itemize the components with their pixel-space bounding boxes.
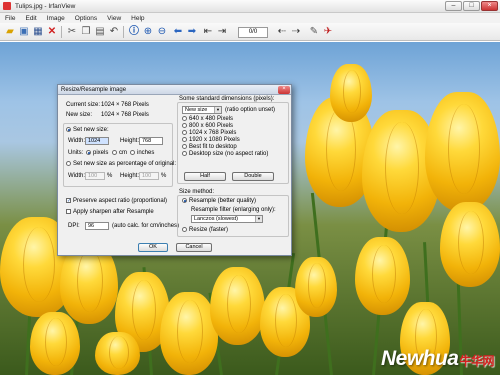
width-label: Width: [68, 138, 86, 144]
menu-edit[interactable]: Edit [20, 15, 41, 22]
pct-height-unit: % [161, 173, 167, 179]
ok-button[interactable]: OK [138, 243, 168, 252]
std-option-desktop[interactable]: Desktop size (no aspect ratio) [182, 151, 268, 158]
tulip-flower [95, 332, 140, 375]
std-option-1024[interactable]: 1024 x 768 Pixels [182, 130, 268, 137]
std-option-800[interactable]: 800 x 600 Pixels [182, 123, 268, 130]
pct-width-label: Width: [68, 173, 86, 179]
menu-help[interactable]: Help [126, 15, 149, 22]
info-icon[interactable]: ⓘ [128, 26, 140, 38]
undo-icon[interactable]: ↶ [108, 26, 120, 38]
units-label: Units: [68, 150, 84, 156]
std-dims-select[interactable]: New size ▼ [182, 106, 222, 114]
prev-icon[interactable]: ⬅ [172, 26, 184, 38]
pct-width-unit: % [107, 173, 113, 179]
prev-page-icon[interactable]: ⇠ [276, 26, 288, 38]
pct-width-input[interactable]: 100 [85, 172, 105, 180]
dialog-close-button[interactable]: × [278, 86, 290, 94]
menu-bar: File Edit Image Options View Help [0, 13, 500, 23]
height-label: Height: [120, 138, 140, 144]
set-percentage-radio[interactable]: Set new size as percentage of original: [66, 161, 176, 167]
next-icon[interactable]: ➡ [186, 26, 198, 38]
std-option-640[interactable]: 640 x 480 Pixels [182, 116, 268, 123]
first-page-icon[interactable]: ⇤ [202, 26, 214, 38]
pct-height-input[interactable]: 100 [139, 172, 159, 180]
new-size-label: New size: [66, 112, 93, 118]
window-title: Tulips.jpg - IrfanView [15, 2, 76, 10]
close-button[interactable]: × [481, 1, 498, 11]
height-input[interactable]: 768 [139, 137, 163, 145]
new-size-value: 1024 × 768 Pixels [101, 112, 149, 118]
zoom-in-icon[interactable]: ⊕ [142, 26, 154, 38]
exit-icon[interactable]: ✈ [322, 26, 334, 38]
half-button[interactable]: Half [184, 172, 226, 181]
resample-radio[interactable]: Resample (better quality) [182, 198, 256, 204]
dialog-title: Resize/Resample image [58, 85, 291, 95]
save-icon[interactable]: ▦ [32, 26, 44, 38]
open-icon[interactable]: ▰ [4, 26, 16, 38]
resize-radio[interactable]: Resize (faster) [182, 227, 228, 233]
newhua-watermark: Newhua牛华网 [380, 347, 495, 370]
dpi-label: DPI: [68, 223, 80, 229]
irfanview-app-icon [3, 2, 11, 10]
copy-icon[interactable]: ❐ [80, 26, 92, 38]
units-inches-radio[interactable]: inches [130, 150, 154, 156]
tulip-flower [355, 237, 410, 315]
tulip-flower [425, 92, 500, 212]
slideshow-icon[interactable]: ▣ [18, 26, 30, 38]
tulip-flower [440, 202, 500, 287]
settings-icon[interactable]: ✎ [308, 26, 320, 38]
units-pixels-radio[interactable]: pixels [86, 150, 108, 156]
std-dims-list: 640 x 480 Pixels 800 x 600 Pixels 1024 x… [182, 116, 268, 158]
resize-dialog: Resize/Resample image × Current size: 10… [57, 84, 292, 256]
maximize-button[interactable]: □ [463, 1, 480, 11]
pct-height-label: Height: [120, 173, 140, 179]
std-option-1920[interactable]: 1920 x 1080 Pixels [182, 137, 268, 144]
minimize-button[interactable]: – [445, 1, 462, 11]
toolbar: ▰ ▣ ▦ ✕ ✂ ❐ ▤ ↶ ⓘ ⊕ ⊖ ⬅ ➡ ⇤ ⇥ 0/0 ⇠ ⇢ ✎ … [0, 23, 500, 41]
dpi-input[interactable]: 96 [85, 222, 109, 230]
delete-icon[interactable]: ✕ [46, 26, 58, 38]
tulip-flower [30, 312, 80, 375]
title-bar: Tulips.jpg - IrfanView – □ × [0, 0, 500, 13]
apply-sharpen-checkbox[interactable]: Apply sharpen after Resample [66, 209, 154, 215]
menu-options[interactable]: Options [70, 15, 102, 22]
resample-filter-select[interactable]: Lanczos (slowest) ▼ [191, 215, 263, 223]
paste-icon[interactable]: ▤ [94, 26, 106, 38]
tulip-flower [210, 267, 265, 345]
dpi-hint: (auto calc. for cm/inches) [112, 223, 180, 229]
std-select-hint: (ratio option unset) [225, 107, 276, 113]
tulip-flower [330, 64, 372, 122]
set-new-size-radio[interactable]: Set new size: [66, 127, 109, 133]
double-button[interactable]: Double [232, 172, 274, 181]
last-page-icon[interactable]: ⇥ [216, 26, 228, 38]
page-number-field[interactable]: 0/0 [238, 27, 268, 38]
current-size-label: Current size: [66, 102, 101, 108]
menu-view[interactable]: View [102, 15, 126, 22]
menu-file[interactable]: File [0, 15, 20, 22]
std-option-best-fit[interactable]: Best fit to desktop [182, 144, 268, 151]
resample-filter-label: Resample filter (enlarging only): [191, 207, 276, 213]
next-page-icon[interactable]: ⇢ [290, 26, 302, 38]
width-input[interactable]: 1024 [85, 137, 109, 145]
cut-icon[interactable]: ✂ [66, 26, 78, 38]
tulip-flower [295, 257, 337, 317]
preserve-aspect-checkbox[interactable]: ✓ Preserve aspect ratio (proportional) [66, 198, 167, 204]
zoom-out-icon[interactable]: ⊖ [156, 26, 168, 38]
menu-image[interactable]: Image [42, 15, 70, 22]
cancel-button[interactable]: Cancel [176, 243, 212, 252]
current-size-value: 1024 × 768 Pixels [101, 102, 149, 108]
units-cm-radio[interactable]: cm [112, 150, 127, 156]
